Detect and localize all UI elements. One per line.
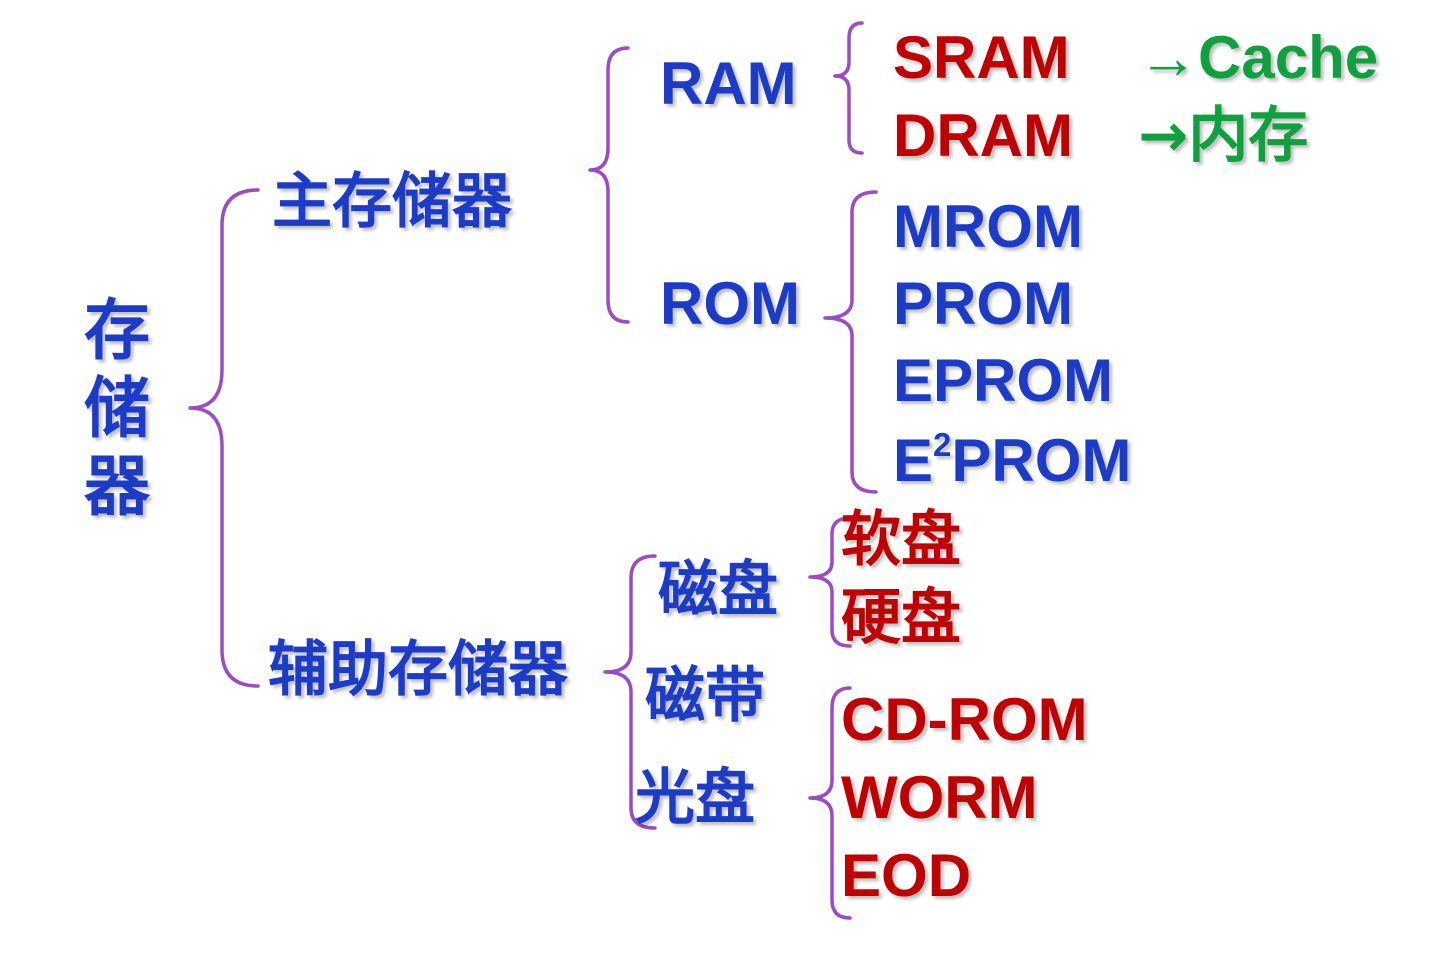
eprom-label: EPROM: [893, 347, 1114, 414]
hard-disk-label: 硬盘: [841, 583, 961, 653]
memory-classification-diagram: 存储器 主存储器 RAM SRAM →Cache DRAM →内存 ROM MR…: [0, 0, 1437, 967]
floppy-disk-label: 软盘: [841, 505, 961, 575]
mrom-label: MROM: [893, 193, 1083, 260]
ram-label: RAM: [660, 50, 797, 117]
e2prom-label: E2PROM: [893, 428, 1131, 491]
optical-disc-label: 光盘: [635, 763, 755, 833]
cache-label: Cache: [1198, 24, 1379, 91]
tape-label: 磁带: [645, 661, 765, 731]
e2prom-superscript: 2: [933, 426, 952, 463]
worm-label: WORM: [841, 764, 1038, 831]
main-memory-brace: [588, 46, 630, 324]
sram-label: SRAM: [893, 24, 1070, 91]
root-label: 存储器: [84, 292, 150, 525]
dram-mapping: →内存: [1138, 106, 1308, 166]
root-brace: [188, 188, 260, 688]
main-memory-target-label: 内存: [1188, 101, 1309, 171]
arrow-icon: →: [1138, 101, 1189, 171]
aux-memory-label: 辅助存储器: [268, 635, 568, 705]
e2prom-prefix: E: [893, 426, 934, 494]
main-memory-label: 主存储器: [272, 167, 512, 237]
prom-label: PROM: [893, 270, 1073, 337]
ram-brace: [833, 21, 864, 155]
rom-brace: [823, 190, 878, 494]
cd-rom-label: CD-ROM: [841, 686, 1088, 753]
e2prom-suffix: PROM: [951, 426, 1132, 494]
disk-label: 磁盘: [658, 555, 778, 625]
eod-label: EOD: [841, 842, 972, 909]
sram-mapping: →Cache: [1138, 28, 1378, 88]
arrow-icon: →: [1138, 24, 1198, 91]
dram-label: DRAM: [893, 102, 1073, 169]
rom-label: ROM: [660, 270, 800, 337]
